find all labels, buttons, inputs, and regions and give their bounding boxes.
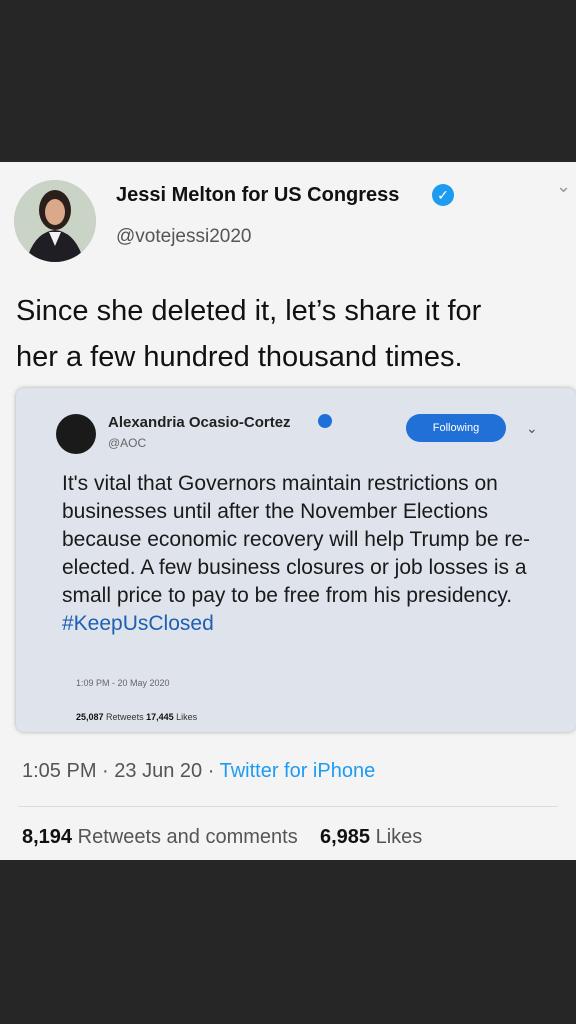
divider: [18, 806, 558, 807]
embedded-retweets-count: 25,087: [76, 712, 104, 722]
tweet-meta: 1:05 PM · 23 Jun 20 · Twitter for iPhone: [22, 760, 375, 783]
chevron-down-icon[interactable]: ⌄: [556, 176, 571, 197]
author-handle[interactable]: @votejessi2020: [116, 226, 251, 248]
likes-stat[interactable]: 6,985 Likes: [320, 826, 422, 848]
embedded-tweet-image[interactable]: Alexandria Ocasio-Cortez @AOC Following …: [16, 388, 576, 732]
retweets-stat[interactable]: 8,194 Retweets and comments: [22, 826, 303, 848]
embedded-verified-badge-icon: [318, 414, 332, 428]
author-name[interactable]: Jessi Melton for US Congress: [116, 184, 399, 207]
embedded-text-body: It's vital that Governors maintain restr…: [62, 472, 531, 607]
tweet-text-line1: Since she deleted it, let’s share it for: [16, 295, 482, 327]
embedded-author-avatar: [56, 414, 96, 454]
embedded-timestamp: 1:09 PM - 20 May 2020: [76, 678, 170, 688]
embedded-retweets-label: Retweets: [106, 712, 144, 722]
retweets-label: Retweets and comments: [77, 826, 298, 848]
tweet-source-link[interactable]: Twitter for iPhone: [220, 760, 376, 782]
tweet-time[interactable]: 1:05 PM: [22, 760, 96, 782]
embedded-hashtag: #KeepUsClosed: [62, 612, 214, 635]
embedded-likes-count: 17,445: [146, 712, 174, 722]
embedded-author-name: Alexandria Ocasio-Cortez: [108, 414, 291, 431]
likes-label: Likes: [375, 826, 423, 848]
likes-count: 6,985: [319, 826, 371, 848]
embedded-author-handle: @AOC: [108, 436, 147, 450]
tweet-text: Since she deleted it, let’s share it for…: [16, 288, 564, 380]
retweets-count: 8,194: [22, 826, 73, 848]
following-button: Following: [406, 414, 506, 442]
verified-badge-icon: ✓: [432, 184, 454, 206]
tweet-date[interactable]: 23 Jun 20: [114, 760, 202, 782]
embedded-stats: 25,087 Retweets 17,445 Likes: [76, 712, 197, 722]
author-avatar[interactable]: [14, 180, 96, 262]
embedded-chevron-down-icon: ⌄: [526, 420, 538, 436]
tweet-text-line2: her a few hundred thousand times.: [16, 341, 463, 373]
separator-dot: ·: [207, 760, 215, 782]
tweet-stats: 8,194 Retweets and comments 6,985 Likes: [22, 826, 422, 849]
embedded-likes-label: Likes: [176, 712, 198, 722]
separator-dot: ·: [102, 760, 109, 782]
embedded-tweet-text: It's vital that Governors maintain restr…: [62, 470, 542, 638]
